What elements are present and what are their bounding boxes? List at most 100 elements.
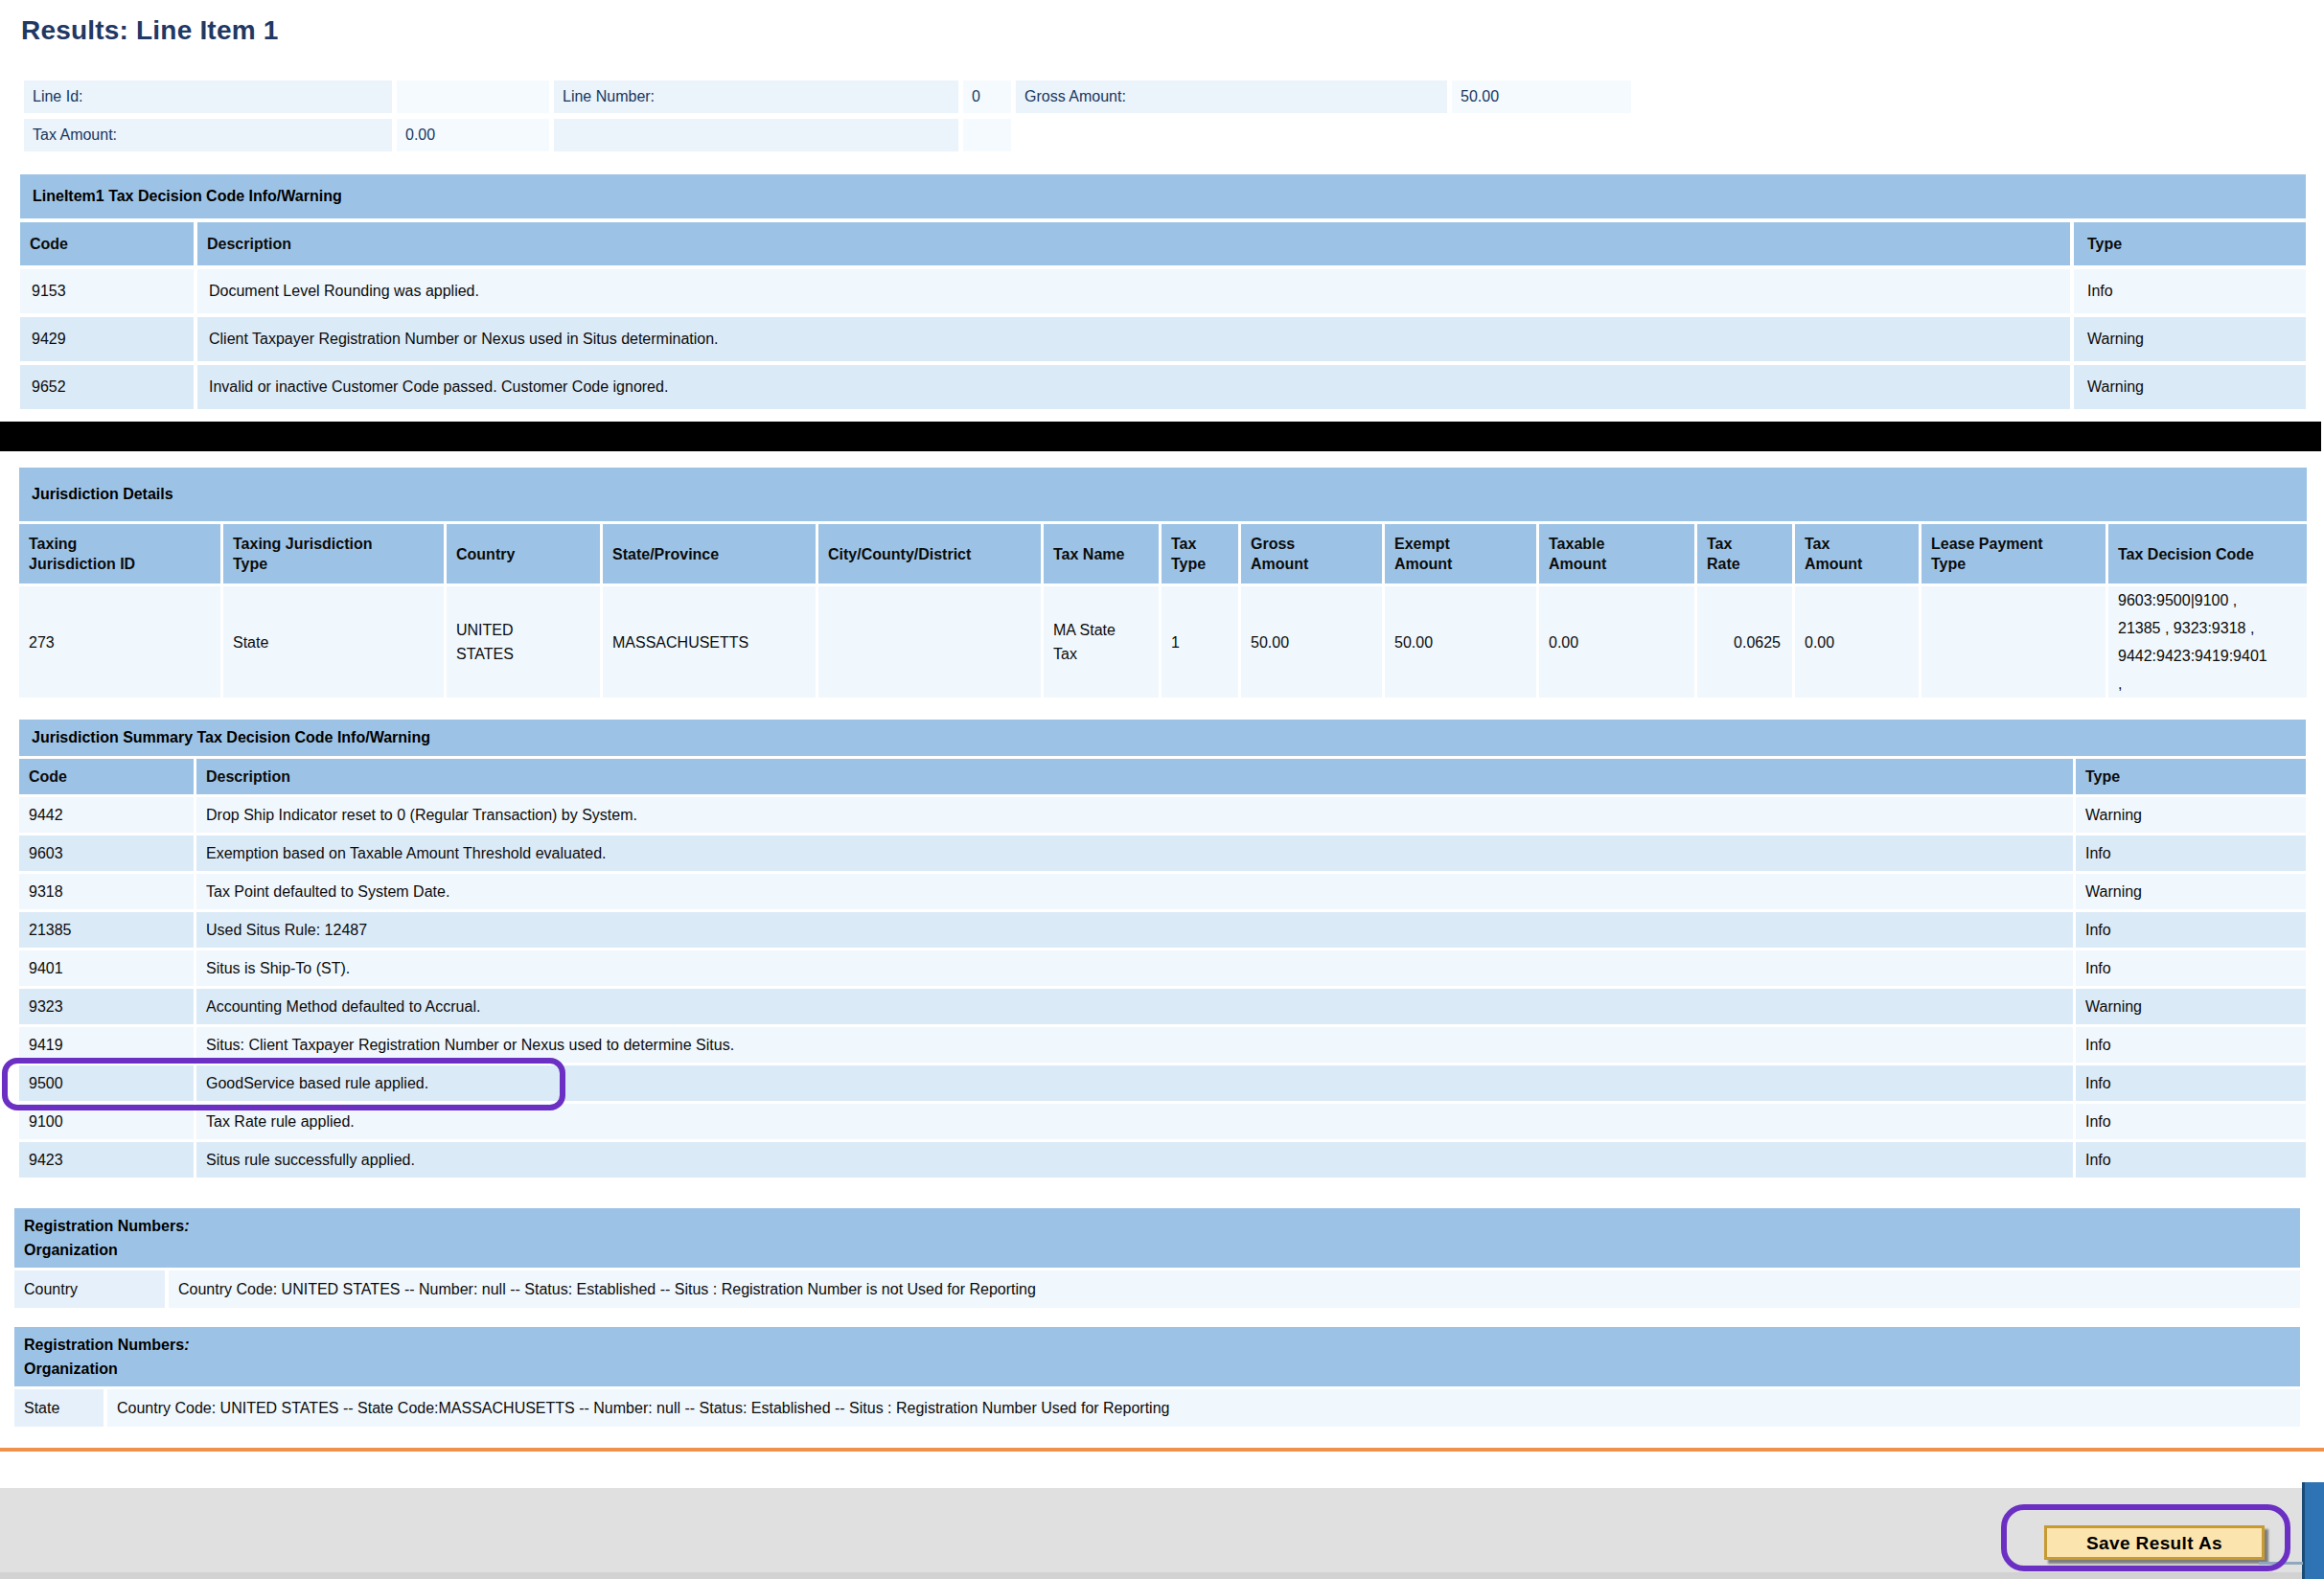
table-row: 9100 Tax Rate rule applied. Info bbox=[19, 1104, 2306, 1139]
description-cell: GoodService based rule applied. bbox=[196, 1065, 2073, 1101]
tax-decision-code-header: Tax Decision Code bbox=[2108, 524, 2307, 584]
registration-numbers-title: Registration Numbers: Organization bbox=[14, 1327, 2300, 1386]
type-cell: Info bbox=[2076, 912, 2306, 948]
registration-level-cell: State bbox=[14, 1389, 104, 1427]
tax-type-cell: 1 bbox=[1162, 586, 1238, 698]
table-row-highlighted: 9500 GoodService based rule applied. Inf… bbox=[19, 1065, 2306, 1101]
tax-amount-value: 0.00 bbox=[397, 119, 549, 151]
tax-type-header: Tax Type bbox=[1162, 524, 1238, 584]
line-id-label: Line Id: bbox=[24, 80, 392, 113]
table-row: 9153 Document Level Rounding was applied… bbox=[20, 269, 2306, 313]
header-row: Code Description Type bbox=[19, 759, 2306, 794]
type-cell: Warning bbox=[2076, 797, 2306, 833]
country-cell: UNITED STATES bbox=[447, 586, 600, 698]
organization-label: Organization bbox=[24, 1361, 118, 1377]
registration-row: Country Country Code: UNITED STATES -- N… bbox=[14, 1270, 2300, 1308]
table-row: 9442 Drop Ship Indicator reset to 0 (Reg… bbox=[19, 797, 2306, 833]
line-item-summary-fields: Line Id: Line Number: 0 Gross Amount: 50… bbox=[19, 75, 1636, 157]
registration-numbers-label: Registration Numbers bbox=[24, 1337, 184, 1353]
code-cell: 9153 bbox=[20, 269, 194, 313]
table-row: 9318 Tax Point defaulted to System Date.… bbox=[19, 874, 2306, 909]
description-cell: Tax Point defaulted to System Date. bbox=[196, 874, 2073, 909]
table-row: 9401 Situs is Ship-To (ST). Info bbox=[19, 950, 2306, 986]
jurisdiction-row: 273 State UNITED STATES MASSACHUSETTS MA… bbox=[19, 586, 2307, 698]
description-cell: Situs: Client Taxpayer Registration Numb… bbox=[196, 1027, 2073, 1063]
taxable-amount-header: Taxable Amount bbox=[1539, 524, 1694, 584]
description-cell: Tax Rate rule applied. bbox=[196, 1104, 2073, 1139]
table-row: 21385 Used Situs Rule: 12487 Info bbox=[19, 912, 2306, 948]
registration-detail-cell: Country Code: UNITED STATES -- Number: n… bbox=[169, 1270, 2300, 1308]
code-cell: 9401 bbox=[19, 950, 194, 986]
fields-row-2: Tax Amount: 0.00 bbox=[24, 119, 1631, 151]
line-item-tax-decision-table: LineItem1 Tax Decision Code Info/Warning… bbox=[16, 171, 2310, 413]
code-cell: 9423 bbox=[19, 1142, 194, 1178]
header-row: Taxing Jurisdiction ID Taxing Jurisdicti… bbox=[19, 524, 2307, 584]
italic-colon: : bbox=[184, 1337, 189, 1353]
tax-rate-header: Tax Rate bbox=[1697, 524, 1792, 584]
table-row: 9323 Accounting Method defaulted to Accr… bbox=[19, 989, 2306, 1024]
page-title: Results: Line Item 1 bbox=[21, 13, 2324, 48]
type-cell: Info bbox=[2076, 1142, 2306, 1178]
registration-numbers-country-table: Registration Numbers: Organization Count… bbox=[11, 1205, 2304, 1311]
tax-amount-label: Tax Amount: bbox=[24, 119, 392, 151]
type-cell: Warning bbox=[2076, 874, 2306, 909]
tax-rate-cell: 0.0625 bbox=[1697, 586, 1792, 698]
country-header: Country bbox=[447, 524, 600, 584]
taxing-jurisdiction-type-cell: State bbox=[223, 586, 444, 698]
type-cell: Info bbox=[2076, 1104, 2306, 1139]
orange-divider bbox=[0, 1448, 2324, 1452]
table-row: 9652 Invalid or inactive Customer Code p… bbox=[20, 365, 2306, 409]
city-county-district-cell bbox=[818, 586, 1041, 698]
scrollbar-thumb[interactable] bbox=[2302, 1482, 2324, 1579]
description-cell: Client Taxpayer Registration Number or N… bbox=[197, 317, 2070, 361]
description-cell: Invalid or inactive Customer Code passed… bbox=[197, 365, 2070, 409]
lease-payment-type-header: Lease Payment Type bbox=[1921, 524, 2105, 584]
lease-payment-type-cell bbox=[1921, 586, 2105, 698]
type-column-header: Type bbox=[2074, 222, 2306, 265]
table-row: 9423 Situs rule successfully applied. In… bbox=[19, 1142, 2306, 1178]
taxing-jurisdiction-id-cell: 273 bbox=[19, 586, 220, 698]
code-cell: 9652 bbox=[20, 365, 194, 409]
table-row: 9419 Situs: Client Taxpayer Registration… bbox=[19, 1027, 2306, 1063]
empty-field-cell-small bbox=[963, 119, 1011, 151]
code-column-header: Code bbox=[20, 222, 194, 265]
line-number-label: Line Number: bbox=[554, 80, 958, 113]
registration-level-cell: Country bbox=[14, 1270, 165, 1308]
taxing-jurisdiction-id-header: Taxing Jurisdiction ID bbox=[19, 524, 220, 584]
line-item-table-title: LineItem1 Tax Decision Code Info/Warning bbox=[20, 174, 2306, 218]
type-column-header: Type bbox=[2076, 759, 2306, 794]
exempt-amount-cell: 50.00 bbox=[1385, 586, 1536, 698]
footer-bottom-edge bbox=[0, 1572, 2324, 1579]
type-cell: Info bbox=[2076, 1065, 2306, 1101]
registration-numbers-state-table: Registration Numbers: Organization State… bbox=[11, 1324, 2304, 1430]
jurisdiction-details-title: Jurisdiction Details bbox=[19, 468, 2307, 521]
description-column-header: Description bbox=[196, 759, 2073, 794]
italic-colon: : bbox=[184, 1218, 189, 1234]
jurisdiction-summary-title: Jurisdiction Summary Tax Decision Code I… bbox=[19, 720, 2306, 756]
exempt-amount-header: Exempt Amount bbox=[1385, 524, 1536, 584]
tax-name-header: Tax Name bbox=[1044, 524, 1159, 584]
registration-numbers-title: Registration Numbers: Organization bbox=[14, 1208, 2300, 1268]
tax-amount-cell: 0.00 bbox=[1795, 586, 1919, 698]
registration-detail-cell: Country Code: UNITED STATES -- State Cod… bbox=[107, 1389, 2300, 1427]
description-cell: Document Level Rounding was applied. bbox=[197, 269, 2070, 313]
description-column-header: Description bbox=[197, 222, 2070, 265]
code-cell: 9429 bbox=[20, 317, 194, 361]
description-cell: Situs rule successfully applied. bbox=[196, 1142, 2073, 1178]
type-cell: Info bbox=[2074, 269, 2306, 313]
code-cell: 9603 bbox=[19, 835, 194, 871]
type-cell: Warning bbox=[2076, 989, 2306, 1024]
gross-amount-value: 50.00 bbox=[1452, 80, 1631, 113]
line-id-value bbox=[397, 80, 549, 113]
jurisdiction-details-table: Jurisdiction Details Taxing Jurisdiction… bbox=[16, 465, 2310, 700]
table-row: 9429 Client Taxpayer Registration Number… bbox=[20, 317, 2306, 361]
gross-amount-header: Gross Amount bbox=[1241, 524, 1382, 584]
state-province-cell: MASSACHUSETTS bbox=[603, 586, 816, 698]
tax-amount-header: Tax Amount bbox=[1795, 524, 1919, 584]
type-cell: Info bbox=[2076, 835, 2306, 871]
table-row: 9603 Exemption based on Taxable Amount T… bbox=[19, 835, 2306, 871]
gross-amount-cell: 50.00 bbox=[1241, 586, 1382, 698]
description-cell: Situs is Ship-To (ST). bbox=[196, 950, 2073, 986]
save-result-as-button[interactable]: Save Result As bbox=[2044, 1525, 2265, 1560]
empty-field-cell bbox=[554, 119, 958, 151]
